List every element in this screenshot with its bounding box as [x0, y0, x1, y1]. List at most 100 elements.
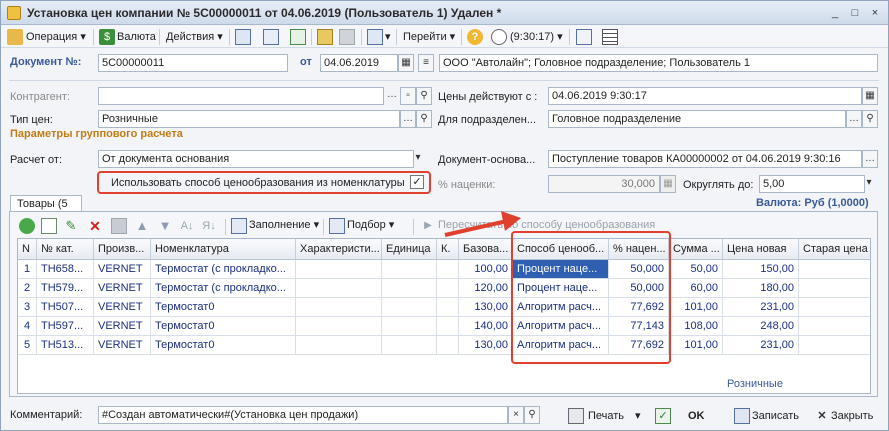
table-cell-char[interactable] [296, 336, 382, 355]
sort-asc-icon[interactable]: A↓ [179, 218, 195, 234]
table-cell-sum[interactable]: 108,00 [669, 317, 723, 336]
price-type-field[interactable]: Розничные [98, 110, 400, 128]
column-header[interactable]: N [18, 239, 37, 260]
fill-menu[interactable]: Заполнение ▾ [249, 216, 319, 234]
prices-valid-field[interactable]: 04.06.2019 9:30:17 [548, 87, 862, 105]
comment-field[interactable]: #Создан автоматически#(Установка цен про… [98, 406, 508, 424]
edit-row-icon[interactable]: ✎ [63, 218, 79, 234]
subdivision-search-icon[interactable]: ⚲ [862, 110, 878, 128]
column-header[interactable]: Старая цена [799, 239, 870, 260]
organization-icon[interactable]: ≡ [418, 54, 434, 72]
structure-dropdown[interactable]: ▾ [385, 28, 391, 46]
table-cell-base[interactable]: 140,00 [459, 317, 513, 336]
ok-button[interactable]: OK [688, 407, 705, 425]
table-cell-cat[interactable]: TH513... [37, 336, 94, 355]
maximize-button[interactable]: □ [847, 5, 863, 21]
table-cell-new-price[interactable]: 180,00 [723, 279, 799, 298]
organization-field[interactable]: ООО "Автолайн"; Головное подразделение; … [439, 54, 878, 72]
table-cell-k[interactable] [437, 279, 459, 298]
structure-icon[interactable] [367, 29, 383, 45]
refresh-icon[interactable] [290, 29, 306, 45]
comment-clear-icon[interactable]: × [508, 406, 524, 424]
table-cell-base[interactable]: 100,00 [459, 260, 513, 279]
table-cell-item[interactable]: Термостат (с прокладко... [151, 279, 296, 298]
table-cell-k[interactable] [437, 260, 459, 279]
close-window-button[interactable]: × [867, 5, 883, 21]
post-icon[interactable] [317, 29, 333, 45]
calc-from-field[interactable]: От документа основания [98, 150, 414, 168]
post-check-icon[interactable]: ✓ [655, 408, 671, 424]
column-header[interactable]: № кат. [37, 239, 94, 260]
add-row-icon[interactable] [19, 218, 35, 234]
table-cell-unit[interactable] [382, 298, 437, 317]
goto-menu[interactable]: Перейти ▾ [403, 28, 455, 46]
table-cell-new-price[interactable]: 231,00 [723, 336, 799, 355]
column-header[interactable]: Номенклатура [151, 239, 296, 260]
sort-desc-icon[interactable]: Я↓ [201, 218, 217, 234]
move-down-icon[interactable]: ▼ [157, 218, 173, 234]
column-header[interactable]: Характеристи... [296, 239, 382, 260]
table-cell-n[interactable]: 3 [18, 298, 37, 317]
title-bar[interactable]: Установка цен компании № 5С00000011 от 0… [1, 1, 888, 25]
table-cell-k[interactable] [437, 298, 459, 317]
subdivision-field[interactable]: Головное подразделение [548, 110, 846, 128]
table-cell-char[interactable] [296, 260, 382, 279]
basis-doc-select-button[interactable]: … [862, 150, 878, 168]
basis-doc-field[interactable]: Поступление товаров КА00000002 от 04.06.… [548, 150, 862, 168]
table-cell-item[interactable]: Термостат (с прокладко... [151, 260, 296, 279]
document-date-field[interactable]: 04.06.2019 [320, 54, 398, 72]
table-cell-n[interactable]: 1 [18, 260, 37, 279]
table-cell-base[interactable]: 120,00 [459, 279, 513, 298]
copy-row-icon[interactable] [41, 218, 57, 234]
table-cell-maker[interactable]: VERNET [94, 336, 151, 355]
table-cell-new-price[interactable]: 150,00 [723, 260, 799, 279]
table-cell-old-price[interactable] [799, 260, 870, 279]
price-type-search-icon[interactable]: ⚲ [416, 110, 432, 128]
table-cell-sum[interactable]: 101,00 [669, 298, 723, 317]
price-type-select-button[interactable]: … [400, 110, 416, 128]
table-cell-new-price[interactable]: 248,00 [723, 317, 799, 336]
table-cell-item[interactable]: Термостат0 [151, 336, 296, 355]
end-edit-icon[interactable] [111, 218, 127, 234]
actions-menu[interactable]: Действия ▾ [166, 28, 223, 46]
table-cell-cat[interactable]: TH658... [37, 260, 94, 279]
table-cell-unit[interactable] [382, 317, 437, 336]
table-cell-n[interactable]: 2 [18, 279, 37, 298]
calc-from-dropdown[interactable]: ▾ [410, 150, 426, 168]
round-dropdown[interactable]: ▾ [861, 175, 877, 193]
table-cell-base[interactable]: 130,00 [459, 336, 513, 355]
datetime-calendar-icon[interactable]: ▦ [862, 87, 878, 105]
edit-icon[interactable] [235, 29, 251, 45]
table-cell-sum[interactable]: 101,00 [669, 336, 723, 355]
round-field[interactable]: 5,00 [759, 175, 865, 193]
move-up-icon[interactable]: ▲ [134, 218, 150, 234]
table-cell-item[interactable]: Термостат0 [151, 317, 296, 336]
table-cell-maker[interactable]: VERNET [94, 260, 151, 279]
column-header[interactable]: Цена новая [723, 239, 799, 260]
table-cell-unit[interactable] [382, 336, 437, 355]
time-button[interactable]: (9:30:17) ▾ [510, 28, 563, 46]
table-cell-maker[interactable]: VERNET [94, 298, 151, 317]
comment-search-icon[interactable]: ⚲ [524, 406, 540, 424]
table-cell-unit[interactable] [382, 279, 437, 298]
operation-menu[interactable]: Операция ▾ [26, 28, 86, 46]
table-cell-cat[interactable]: TH579... [37, 279, 94, 298]
save-button[interactable]: Записать [752, 407, 799, 425]
calendar-icon[interactable]: ▦ [398, 54, 414, 72]
table-cell-maker[interactable]: VERNET [94, 279, 151, 298]
contractor-search-icon[interactable]: ⚲ [416, 87, 432, 105]
tab-goods[interactable]: Товары (5 поз.) [10, 195, 82, 226]
select-menu[interactable]: Подбор ▾ [347, 216, 394, 234]
minimize-button[interactable]: _ [827, 5, 843, 21]
delete-row-icon[interactable]: ✕ [87, 218, 103, 234]
contractor-field[interactable] [98, 87, 384, 105]
table-cell-char[interactable] [296, 317, 382, 336]
table-cell-sum[interactable]: 60,00 [669, 279, 723, 298]
subdivision-select-button[interactable]: … [846, 110, 862, 128]
table-cell-maker[interactable]: VERNET [94, 317, 151, 336]
table-cell-old-price[interactable] [799, 336, 870, 355]
table-cell-n[interactable]: 4 [18, 317, 37, 336]
table-cell-cat[interactable]: TH597... [37, 317, 94, 336]
contractor-open-button[interactable]: ▫ [400, 87, 416, 105]
table-cell-old-price[interactable] [799, 279, 870, 298]
